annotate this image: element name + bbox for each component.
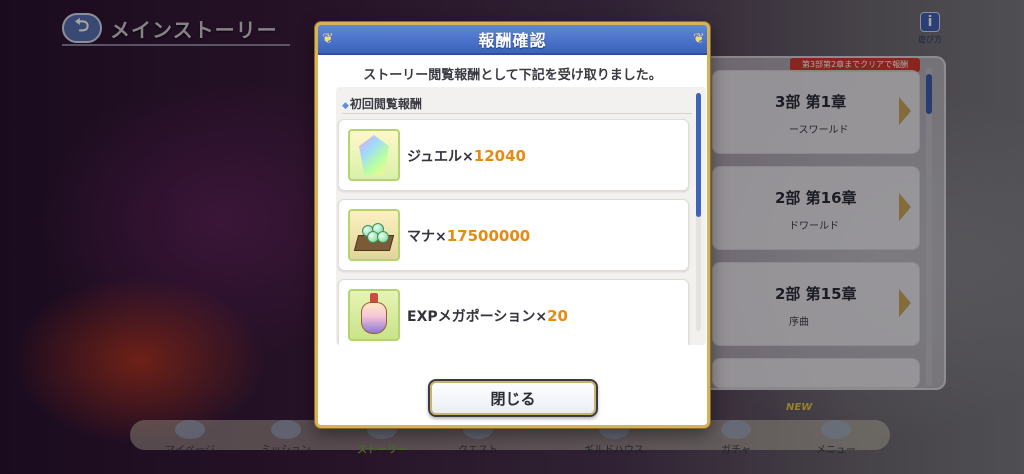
reward-name: EXPメガポーション× [407, 309, 548, 325]
reward-item: ジュエル×12040 [338, 119, 689, 191]
reward-quantity: 20 [547, 307, 568, 325]
dialog-message: ストーリー閲覧報酬として下記を受け取りました。 [363, 68, 662, 83]
reward-list[interactable]: ◆初回閲覧報酬 ジュエル×12040 マナ×17500000 EXPメガポーショ… [336, 87, 706, 345]
reward-item: EXPメガポーション×20 [338, 279, 689, 345]
section-heading: ◆初回閲覧報酬 [342, 95, 422, 112]
exp-potion-icon [348, 289, 400, 341]
jewel-icon [348, 129, 400, 181]
dialog-header: ❦ 報酬確認 ❦ [318, 25, 707, 55]
reward-confirm-dialog: ❦ 報酬確認 ❦ ストーリー閲覧報酬として下記を受け取りました。 ◆初回閲覧報酬… [315, 22, 710, 428]
mana-icon [348, 209, 400, 261]
reward-list-scrollbar[interactable] [696, 93, 701, 331]
reward-text: EXPメガポーション×20 [407, 306, 568, 326]
close-button[interactable]: 閉じる [428, 379, 598, 417]
diamond-icon: ◆ [342, 101, 349, 111]
reward-item: マナ×17500000 [338, 199, 689, 271]
reward-text: ジュエル×12040 [407, 146, 526, 166]
reward-name: マナ× [407, 229, 447, 245]
section-heading-text: 初回閲覧報酬 [349, 97, 422, 111]
reward-name: ジュエル× [407, 149, 474, 165]
reward-text: マナ×17500000 [407, 226, 530, 246]
divider [342, 113, 692, 114]
dialog-title: 報酬確認 [478, 31, 547, 50]
reward-quantity: 17500000 [446, 227, 531, 245]
ornament-icon: ❦ [322, 31, 334, 47]
ornament-icon: ❦ [693, 31, 705, 47]
reward-quantity: 12040 [473, 147, 526, 165]
scrollbar-thumb[interactable] [696, 93, 701, 217]
